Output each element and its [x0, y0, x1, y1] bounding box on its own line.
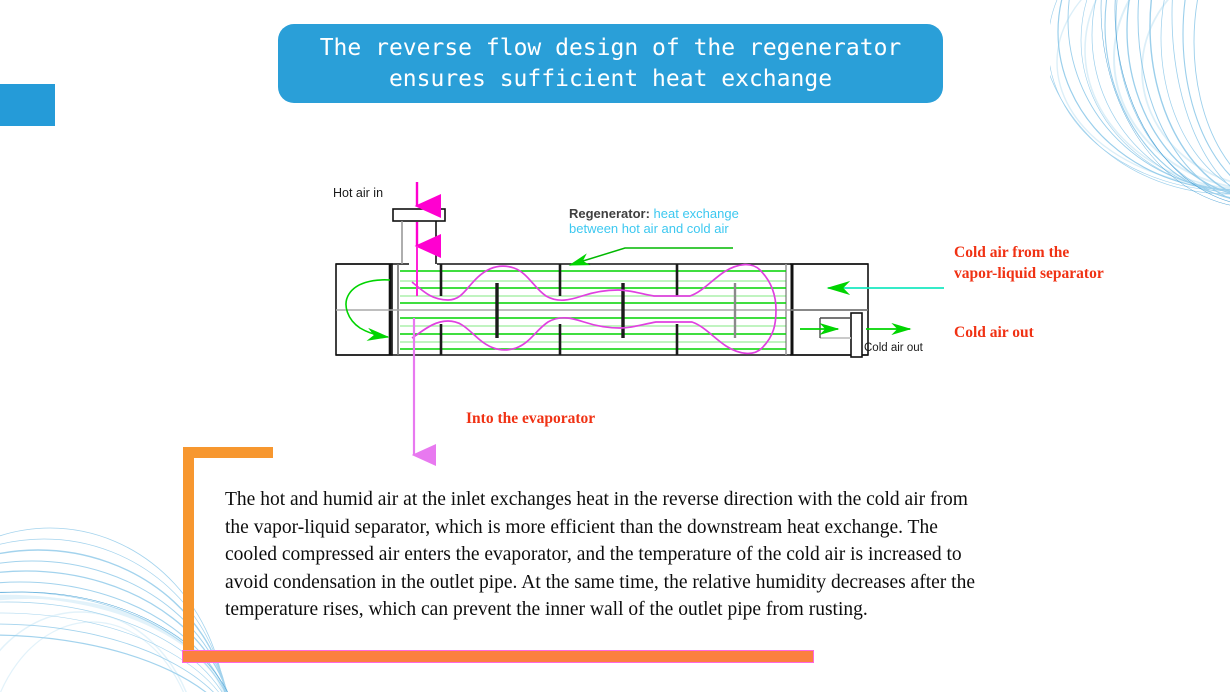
bottom-accent-bar: [182, 650, 814, 663]
bracket-horizontal-rule: [183, 447, 273, 458]
bracket-vertical-rule: [183, 447, 194, 662]
label-cold-air-out-nozzle: Cold air out: [864, 342, 923, 354]
label-hot-air-in: Hot air in: [333, 186, 384, 200]
shell-side-flow-path: [411, 263, 777, 355]
decorative-swirl-bottom-left: [0, 527, 228, 692]
slide-root: The reverse flow design of the regenerat…: [0, 0, 1230, 692]
outlet-nozzle: [819, 312, 863, 358]
body-paragraph: The hot and humid air at the inlet excha…: [225, 489, 975, 620]
label-cold-air-from-separator: Cold air from the vapor-liquid separator: [954, 244, 1104, 282]
label-regenerator: Regenerator: heat exchange between hot a…: [569, 206, 739, 236]
inlet-nozzle: [392, 208, 446, 264]
heat-exchanger-diagram: [335, 182, 944, 466]
label-into-evaporator: Into the evaporator: [466, 410, 596, 427]
regenerator-leader-line: [568, 247, 733, 266]
label-regenerator-key: Regenerator:: [569, 206, 654, 221]
return-flow-path: [345, 279, 391, 341]
label-cold-air-out: Cold air out: [954, 324, 1034, 341]
